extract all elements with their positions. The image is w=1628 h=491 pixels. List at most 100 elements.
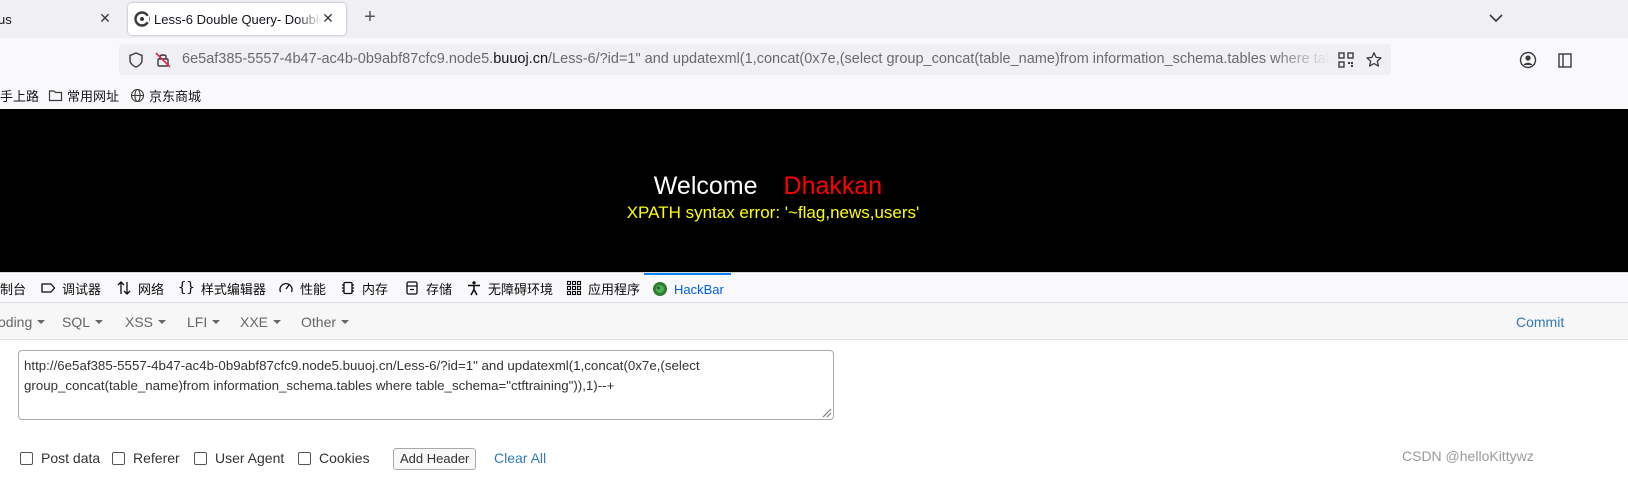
- bookmark-item[interactable]: 手上路: [0, 86, 39, 105]
- tab-storage[interactable]: 存储: [404, 273, 452, 303]
- tab-accessibility[interactable]: 无障碍环境: [466, 273, 553, 303]
- menu-sql[interactable]: SQL: [62, 314, 104, 330]
- network-icon: [117, 281, 131, 295]
- caret-down-icon: [341, 320, 350, 325]
- caret-down-icon: [158, 320, 167, 325]
- hackbar-url-input[interactable]: http://6e5af385-5557-4b47-ac4b-0b9abf87c…: [18, 350, 834, 420]
- bookmark-label: 京东商城: [149, 89, 202, 104]
- close-icon[interactable]: ✕: [97, 10, 113, 26]
- extensions-icon[interactable]: [1556, 51, 1574, 69]
- cookies-checkbox[interactable]: Cookies: [298, 450, 370, 466]
- page-content: Welcome Dhakkan XPATH syntax error: '~fla…: [0, 109, 1628, 272]
- tab-performance[interactable]: 性能: [278, 273, 326, 303]
- checkbox-box[interactable]: [20, 451, 33, 465]
- url-domain: buuoj.cn: [493, 51, 549, 67]
- style-editor-icon: {}: [178, 280, 195, 296]
- chevron-down-icon[interactable]: [1486, 8, 1506, 28]
- bookmark-label: 手上路: [0, 89, 40, 104]
- referer-checkbox[interactable]: Referer: [112, 450, 180, 466]
- welcome-line: Welcome Dhakkan: [0, 172, 1536, 201]
- checkbox-box[interactable]: [194, 451, 207, 465]
- welcome-text: Welcome: [653, 172, 758, 200]
- checkbox-box[interactable]: [112, 451, 125, 465]
- checkbox-label: Post data: [41, 450, 101, 466]
- menu-label: LFI: [187, 314, 208, 330]
- devtools-tab-label: HackBar: [674, 281, 724, 297]
- devtools-tab-label: 内存: [362, 281, 389, 297]
- bookmarks-toolbar: 手上路 常用网址 京东商城: [0, 82, 1628, 109]
- tab-title: Less-6 Double Query- Double Injection- D…: [154, 11, 322, 27]
- caret-down-icon: [273, 320, 282, 325]
- url-text[interactable]: 6e5af385-5557-4b47-ac4b-0b9abf87cfc9.nod…: [182, 51, 1330, 67]
- devtools-tab-label: 性能: [300, 281, 327, 297]
- hackbar-body: http://6e5af385-5557-4b47-ac4b-0b9abf87c…: [0, 340, 1628, 491]
- welcome-name: Dhakkan: [783, 172, 883, 200]
- tab-title: us: [0, 11, 12, 27]
- bookmark-item[interactable]: 京东商城: [130, 86, 201, 105]
- tab-strip: us ✕ Less-6 Double Query- Double Injecti…: [0, 0, 1628, 38]
- menu-label: XSS: [125, 314, 154, 330]
- menu-label: oding: [0, 314, 33, 330]
- menu-xss[interactable]: XSS: [125, 314, 167, 330]
- devtools-tab-label: 无障碍环境: [488, 281, 554, 297]
- qr-code-icon[interactable]: [1337, 51, 1355, 69]
- bookmark-label: 常用网址: [67, 89, 120, 104]
- caret-down-icon: [37, 320, 46, 325]
- menu-lfi[interactable]: LFI: [187, 314, 221, 330]
- add-header-button[interactable]: Add Header: [393, 448, 477, 470]
- nav-bar: 6e5af385-5557-4b47-ac4b-0b9abf87cfc9.nod…: [0, 38, 1628, 82]
- url-prefix: 6e5af385-5557-4b47-ac4b-0b9abf87cfc9.nod…: [182, 51, 494, 67]
- tab-hackbar[interactable]: HackBar: [644, 273, 731, 303]
- user-agent-checkbox[interactable]: User Agent: [194, 450, 284, 466]
- menu-label: XXE: [240, 314, 269, 330]
- checkbox-label: User Agent: [215, 450, 285, 466]
- tab-network[interactable]: 网络: [116, 273, 164, 303]
- folder-icon: [48, 90, 63, 102]
- error-message: XPATH syntax error: '~flag,news,users': [626, 203, 920, 222]
- performance-icon: [279, 282, 293, 293]
- devtools-tab-label: 存储: [426, 281, 453, 297]
- accessibility-icon: [468, 281, 480, 296]
- application-icon: [566, 280, 582, 296]
- devtools-tabs: 制台 调试器 网络 {} 样式编辑器 性能 内存 存储 无障碍环境 应用程序 H…: [0, 272, 1628, 303]
- caret-down-icon: [212, 320, 221, 325]
- menu-xxe[interactable]: XXE: [240, 314, 282, 330]
- storage-icon: [406, 281, 418, 295]
- tab-console[interactable]: 制台: [0, 273, 26, 303]
- tab-memory[interactable]: 内存: [340, 273, 388, 303]
- new-tab-button[interactable]: +: [358, 6, 382, 30]
- clear-all-button[interactable]: Clear All: [494, 450, 546, 466]
- caret-down-icon: [95, 320, 104, 325]
- devtools-tab-label: 调试器: [62, 281, 102, 297]
- hackbar-options: Post data Referer User Agent Cookies Add…: [18, 448, 818, 470]
- menu-other[interactable]: Other: [301, 314, 350, 330]
- tab-application[interactable]: 应用程序: [566, 273, 640, 303]
- watermark: CSDN @helloKittywz: [1402, 448, 1534, 464]
- browser-tab-active[interactable]: Less-6 Double Query- Double Injection- D…: [128, 3, 346, 35]
- menu-encoding[interactable]: oding: [0, 314, 46, 330]
- insecure-lock-icon[interactable]: [154, 51, 172, 69]
- post-data-checkbox[interactable]: Post data: [20, 450, 100, 466]
- bookmark-item[interactable]: 常用网址: [48, 86, 119, 105]
- hackbar-icon: [653, 282, 667, 296]
- tab-debugger[interactable]: 调试器: [40, 273, 101, 303]
- close-icon[interactable]: ✕: [320, 10, 336, 26]
- menu-label: SQL: [62, 314, 91, 330]
- devtools-tab-label: 制台: [0, 281, 27, 297]
- url-bar[interactable]: 6e5af385-5557-4b47-ac4b-0b9abf87cfc9.nod…: [119, 44, 1391, 75]
- shield-icon[interactable]: [127, 51, 145, 69]
- checkbox-label: Referer: [133, 450, 180, 466]
- devtools-tab-label: 样式编辑器: [200, 281, 266, 297]
- resize-grip-icon[interactable]: [820, 406, 832, 418]
- star-icon[interactable]: [1365, 51, 1383, 69]
- checkbox-label: Cookies: [319, 450, 370, 466]
- hackbar-menu: oding SQL XSS LFI XXE Other Commit: [0, 303, 1628, 340]
- devtools-tab-label: 应用程序: [588, 281, 641, 297]
- globe-icon: [130, 88, 145, 103]
- tab-style-editor[interactable]: {} 样式编辑器: [178, 273, 266, 303]
- checkbox-box[interactable]: [298, 451, 311, 465]
- account-icon[interactable]: [1519, 51, 1537, 69]
- debugger-icon: [41, 283, 56, 293]
- browser-tab-inactive[interactable]: us ✕: [0, 3, 123, 35]
- commit-button[interactable]: Commit: [1516, 314, 1564, 330]
